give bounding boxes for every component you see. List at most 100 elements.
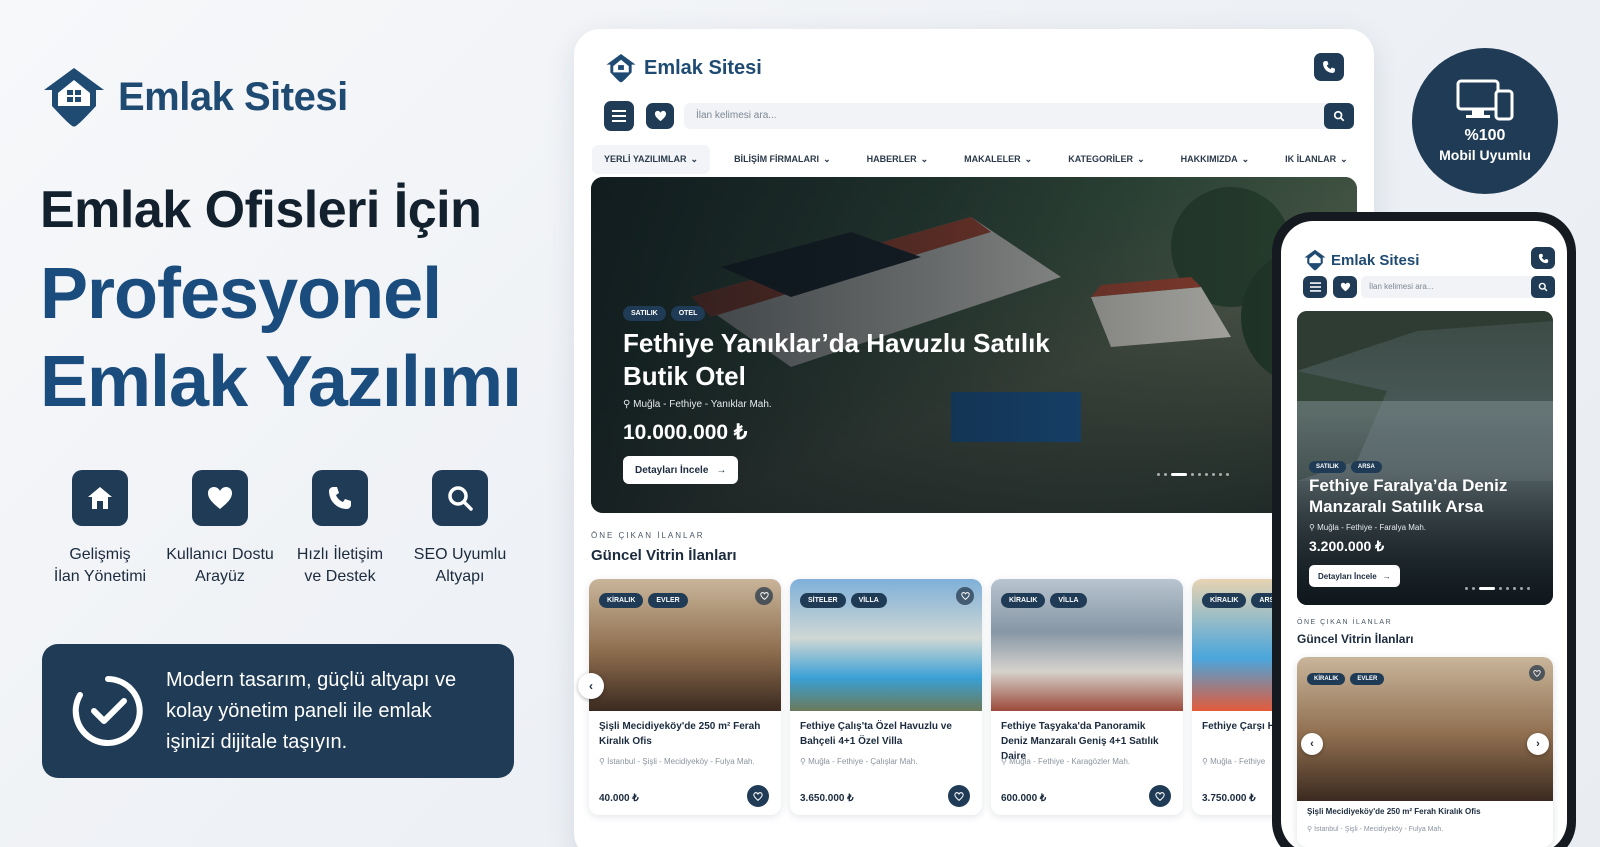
favorites-button[interactable] <box>646 103 674 129</box>
nav-item[interactable]: IK İLANLAR ⌄ <box>1285 154 1348 165</box>
search-icon <box>432 470 488 526</box>
listing-title: Şişli Mecidiyeköy'de 250 m² Ferah Kiralı… <box>1307 807 1481 816</box>
chevron-left-icon: ‹ <box>589 679 593 693</box>
phone-icon <box>312 470 368 526</box>
listing-location: ⚲ İstanbul - Şişli - Mecidiyeköy - Fulya… <box>1307 825 1443 833</box>
tag-badge: VİLLA <box>1050 593 1087 608</box>
listing-price: 40.000 ₺ <box>599 793 639 804</box>
call-button[interactable] <box>1314 53 1344 81</box>
nav-item[interactable]: BİLİŞİM FİRMALARI ⌄ <box>734 154 831 165</box>
tag-badge: OTEL <box>670 306 706 321</box>
feature-item: Hızlı İletişim ve Destek <box>280 470 400 588</box>
tag-badge: EVLER <box>648 593 688 608</box>
slider-dots[interactable] <box>1157 473 1229 476</box>
listing-location: ⚲ İstanbul - Şişli - Mecidiyeköy - Fulya… <box>599 755 769 768</box>
location-pin-icon: ⚲ <box>800 757 809 766</box>
favorite-button[interactable] <box>948 785 970 807</box>
nav-item-label: HABERLER <box>866 154 917 164</box>
headline-line2b: Emlak Yazılımı <box>40 342 522 422</box>
carousel-prev-button[interactable]: ‹ <box>1301 733 1323 755</box>
location-pin-icon: ⚲ <box>1309 523 1318 532</box>
nav-item[interactable]: MAKALELER ⌄ <box>964 154 1032 165</box>
feature-item: SEO Uyumlu Altyapı <box>400 470 520 588</box>
search-input[interactable]: İlan kelimesi ara... <box>684 103 1354 129</box>
heart-icon <box>759 592 769 600</box>
carousel-next-button[interactable]: › <box>1527 733 1549 755</box>
details-button[interactable]: Detayları İncele → <box>1309 565 1400 587</box>
carousel-prev-button[interactable]: ‹ <box>578 673 604 699</box>
nav-item[interactable]: HAKKIMIZDA ⌄ <box>1181 154 1250 165</box>
tag-badge: KİRALIK <box>1001 593 1046 608</box>
favorite-button[interactable] <box>1149 785 1171 807</box>
location-pin-icon: ⚲ <box>1202 757 1211 766</box>
phone-icon <box>1323 61 1335 73</box>
phone-logo[interactable]: Emlak Sitesi <box>1303 249 1419 271</box>
phone-icon <box>1538 253 1548 263</box>
listing-card[interactable]: KİRALIK EVLER ‹ › Şişli Mecidiyeköy'de 25… <box>1297 657 1553 847</box>
listing-card[interactable]: SİTELER VİLLA Fethiye Çalış'ta Özel Havuz… <box>790 579 982 815</box>
heart-icon <box>654 110 666 122</box>
arrow-right-icon: → <box>716 464 727 476</box>
home-icon <box>72 470 128 526</box>
slider-dots[interactable] <box>1465 587 1530 590</box>
nav-item-label: HAKKIMIZDA <box>1180 154 1238 164</box>
listing-tags: KİRALIK EVLER <box>599 589 693 608</box>
favorites-button[interactable] <box>1333 276 1357 298</box>
nav-item[interactable]: HABERLER ⌄ <box>867 154 929 165</box>
chevron-left-icon: ‹ <box>1310 738 1314 750</box>
chevron-down-icon: ⌄ <box>1137 153 1145 164</box>
nav-item-label: BİLİŞİM FİRMALARI <box>734 154 820 164</box>
search-button[interactable] <box>1531 276 1555 298</box>
search-placeholder: İlan kelimesi ara... <box>696 110 777 121</box>
call-button[interactable] <box>1531 247 1555 269</box>
tag-badge: EVLER <box>1350 673 1385 685</box>
chevron-down-icon: ⌄ <box>1241 153 1250 164</box>
chevron-down-icon: ⌄ <box>823 153 831 164</box>
desktop-logo-text: Emlak Sitesi <box>644 56 762 79</box>
heart-icon <box>1340 282 1350 292</box>
hero-slider[interactable]: SATILIK ARSA Fethiye Faralya’da Deniz Man… <box>1297 311 1553 605</box>
nav-item[interactable]: KATEGORİLER ⌄ <box>1068 154 1144 165</box>
headline-line2a: Profesyonel <box>40 254 442 334</box>
listing-location-text: İstanbul - Şişli - Mecidiyeköy - Fulya M… <box>607 757 755 766</box>
heart-icon <box>960 592 970 600</box>
details-button-label: Detayları İncele <box>1318 571 1377 581</box>
listing-price: 3.750.000 ₺ <box>1202 793 1256 804</box>
search-button[interactable] <box>1324 103 1354 129</box>
feature-item: Gelişmiş İlan Yönetimi <box>40 470 160 588</box>
search-input[interactable]: İlan kelimesi ara... <box>1361 276 1555 298</box>
hero-slider[interactable]: SATILIK OTEL Fethiye Yanıklar’da Havuzlu … <box>591 177 1357 513</box>
menu-button[interactable] <box>604 101 634 131</box>
listing-location-text: Muğla - Fethiye <box>1210 757 1266 766</box>
nav-item[interactable]: YERLİ YAZILIMLAR ⌄ <box>592 144 711 174</box>
listing-title: Fethiye Çalış'ta Özel Havuzlu ve Bahçeli… <box>800 721 952 747</box>
nav-item-label: YERLİ YAZILIMLAR <box>604 154 687 164</box>
brand-logo: Emlak Sitesi <box>40 66 348 128</box>
section-kicker: ÖNE ÇIKAN İLANLAR <box>591 531 705 540</box>
section-title: Güncel Vitrin İlanları <box>591 547 737 564</box>
listing-price: 600.000 ₺ <box>1001 793 1047 804</box>
tag-badge: SİTELER <box>800 593 846 608</box>
tag-badge: SATILIK <box>623 306 666 321</box>
favorite-button[interactable] <box>755 587 773 605</box>
location-pin-icon: ⚲ <box>1001 757 1010 766</box>
favorite-button[interactable] <box>1529 665 1545 681</box>
promo-banner: Modern tasarım, güçlü altyapı ve kolay y… <box>42 644 514 778</box>
favorite-button[interactable] <box>747 785 769 807</box>
chevron-down-icon: ⌄ <box>1340 153 1348 164</box>
details-button[interactable]: Detayları İncele → <box>623 456 739 484</box>
favorite-button[interactable] <box>956 587 974 605</box>
house-pin-logo-icon <box>606 53 636 83</box>
listing-card[interactable]: KİRALIK VİLLA Fethiye Taşyaka'da Panorami… <box>991 579 1183 815</box>
listing-card[interactable]: KİRALIK EVLER Şişli Mecidiyeköy'de 250 m²… <box>589 579 781 815</box>
feature-label: SEO Uyumlu Altyapı <box>413 546 507 585</box>
hero-location-text: Muğla - Fethiye - Faralya Mah. <box>1317 523 1427 532</box>
menu-button[interactable] <box>1303 276 1327 298</box>
main-nav: YERLİ YAZILIMLAR ⌄ BİLİŞİM FİRMALARI ⌄ HAB… <box>592 143 1348 175</box>
section-title: Güncel Vitrin İlanları <box>1297 632 1414 646</box>
nav-item-label: MAKALELER <box>964 154 1021 164</box>
hamburger-icon <box>1309 282 1321 292</box>
chevron-right-icon: › <box>1536 738 1540 750</box>
listing-price: 3.650.000 ₺ <box>800 793 854 804</box>
desktop-logo[interactable]: Emlak Sitesi <box>604 53 762 83</box>
